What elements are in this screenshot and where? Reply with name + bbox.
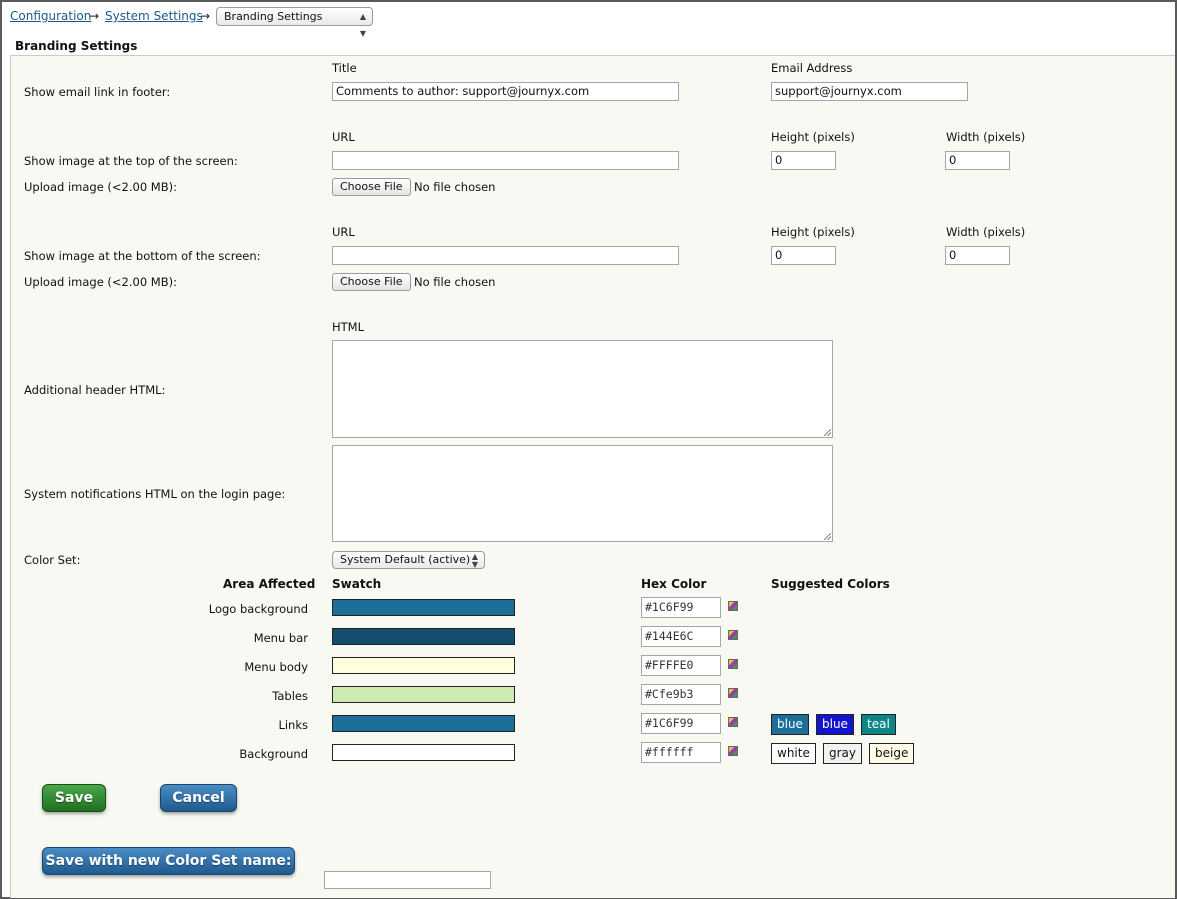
bottom-height-header: Height (pixels) (771, 225, 855, 239)
breadcrumb-configuration-link[interactable]: Configuration (10, 9, 91, 23)
top-image-height-input[interactable]: 0 (771, 151, 836, 170)
notifications-html-label: System notifications HTML on the login p… (24, 487, 286, 501)
save-button[interactable]: Save (42, 784, 106, 812)
footer-email-input[interactable]: support@journyx.com (771, 82, 968, 101)
area-affected-label: Logo background (208, 602, 308, 616)
breadcrumb-system-settings-link[interactable]: System Settings (105, 9, 203, 23)
select-arrows-icon: ▲ ▼ (471, 552, 478, 569)
bottom-url-header: URL (332, 225, 355, 239)
top-no-file-text: No file chosen (414, 180, 496, 194)
top-choose-file-button[interactable]: Choose File (332, 178, 411, 196)
area-affected-header: Area Affected (223, 577, 316, 591)
suggested-link-teal-chip[interactable]: teal (861, 714, 896, 735)
header-html-textarea[interactable] (332, 340, 833, 438)
bottom-no-file-text: No file chosen (414, 275, 496, 289)
top-upload-label: Upload image (<2.00 MB): (24, 180, 177, 194)
hex-color-input[interactable]: #Cfe9b3 (641, 684, 721, 705)
area-affected-label: Background (239, 747, 308, 761)
hex-color-header: Hex Color (641, 577, 707, 591)
suggested-link-blue2-chip[interactable]: blue (816, 714, 854, 735)
suggested-bg-gray-chip[interactable]: gray (823, 743, 863, 764)
bottom-width-header: Width (pixels) (946, 225, 1026, 239)
hex-color-input[interactable]: #144E6C (641, 626, 721, 647)
footer-title-input[interactable]: Comments to author: support@journyx.com (332, 82, 679, 101)
page-title: Branding Settings (15, 39, 138, 53)
html-column-header: HTML (332, 320, 365, 334)
color-set-select[interactable]: System Default (active) ▲ ▼ (332, 551, 485, 569)
color-picker-icon[interactable] (728, 630, 738, 640)
top-image-width-input[interactable]: 0 (945, 151, 1010, 170)
top-image-label: Show image at the top of the screen: (24, 154, 238, 168)
bottom-choose-file-button[interactable]: Choose File (332, 273, 411, 291)
top-height-header: Height (pixels) (771, 130, 855, 144)
footer-link-label: Show email link in footer: (24, 85, 171, 99)
area-affected-label: Menu bar (253, 631, 308, 645)
suggested-bg-beige-chip[interactable]: beige (869, 743, 915, 764)
color-swatch (332, 686, 515, 703)
color-picker-icon[interactable] (728, 717, 738, 727)
save-new-color-set-button[interactable]: Save with new Color Set name: (42, 847, 295, 875)
top-url-header: URL (332, 130, 355, 144)
resize-grip-icon[interactable] (824, 533, 831, 540)
title-column-header: Title (332, 61, 357, 75)
new-color-set-name-input[interactable] (324, 871, 491, 889)
bottom-image-height-input[interactable]: 0 (771, 246, 836, 265)
color-picker-icon[interactable] (728, 688, 738, 698)
color-swatch (332, 715, 515, 732)
email-column-header: Email Address (771, 61, 853, 75)
color-swatch (332, 744, 515, 761)
breadcrumb-separator: → (89, 9, 100, 23)
hex-color-input[interactable]: #1C6F99 (641, 713, 721, 734)
color-picker-icon[interactable] (728, 601, 738, 611)
hex-color-input[interactable]: #1C6F99 (641, 597, 721, 618)
breadcrumb-page-select[interactable]: Branding Settings ▲ ▼ (216, 7, 373, 38)
select-arrows-icon: ▲ ▼ (359, 12, 366, 38)
color-set-select-value: System Default (active) (340, 553, 471, 566)
color-set-label: Color Set: (24, 553, 81, 567)
suggested-bg-white-chip[interactable]: white (771, 743, 816, 764)
color-swatch (332, 628, 515, 645)
area-affected-label: Menu body (244, 660, 308, 674)
top-image-url-input[interactable] (332, 151, 679, 170)
area-affected-label: Tables (272, 689, 308, 703)
suggested-link-blue-chip[interactable]: blue (771, 714, 809, 735)
hex-color-input[interactable]: #FFFFE0 (641, 655, 721, 676)
top-width-header: Width (pixels) (946, 130, 1026, 144)
resize-grip-icon[interactable] (824, 429, 831, 436)
color-picker-icon[interactable] (728, 746, 738, 756)
bottom-image-label: Show image at the bottom of the screen: (24, 249, 261, 263)
bottom-image-width-input[interactable]: 0 (945, 246, 1010, 265)
color-swatch (332, 657, 515, 674)
swatch-header: Swatch (332, 577, 382, 591)
header-html-label: Additional header HTML: (24, 383, 166, 397)
area-affected-label: Links (278, 718, 308, 732)
color-picker-icon[interactable] (728, 659, 738, 669)
bottom-upload-label: Upload image (<2.00 MB): (24, 275, 177, 289)
breadcrumb-page-select-value: Branding Settings (224, 10, 323, 23)
breadcrumb-separator: → (200, 9, 211, 23)
color-swatch (332, 599, 515, 616)
bottom-image-url-input[interactable] (332, 246, 679, 265)
notifications-html-textarea[interactable] (332, 445, 833, 542)
hex-color-input[interactable]: #ffffff (641, 742, 721, 763)
cancel-button[interactable]: Cancel (160, 784, 237, 812)
suggested-colors-header: Suggested Colors (771, 577, 890, 591)
